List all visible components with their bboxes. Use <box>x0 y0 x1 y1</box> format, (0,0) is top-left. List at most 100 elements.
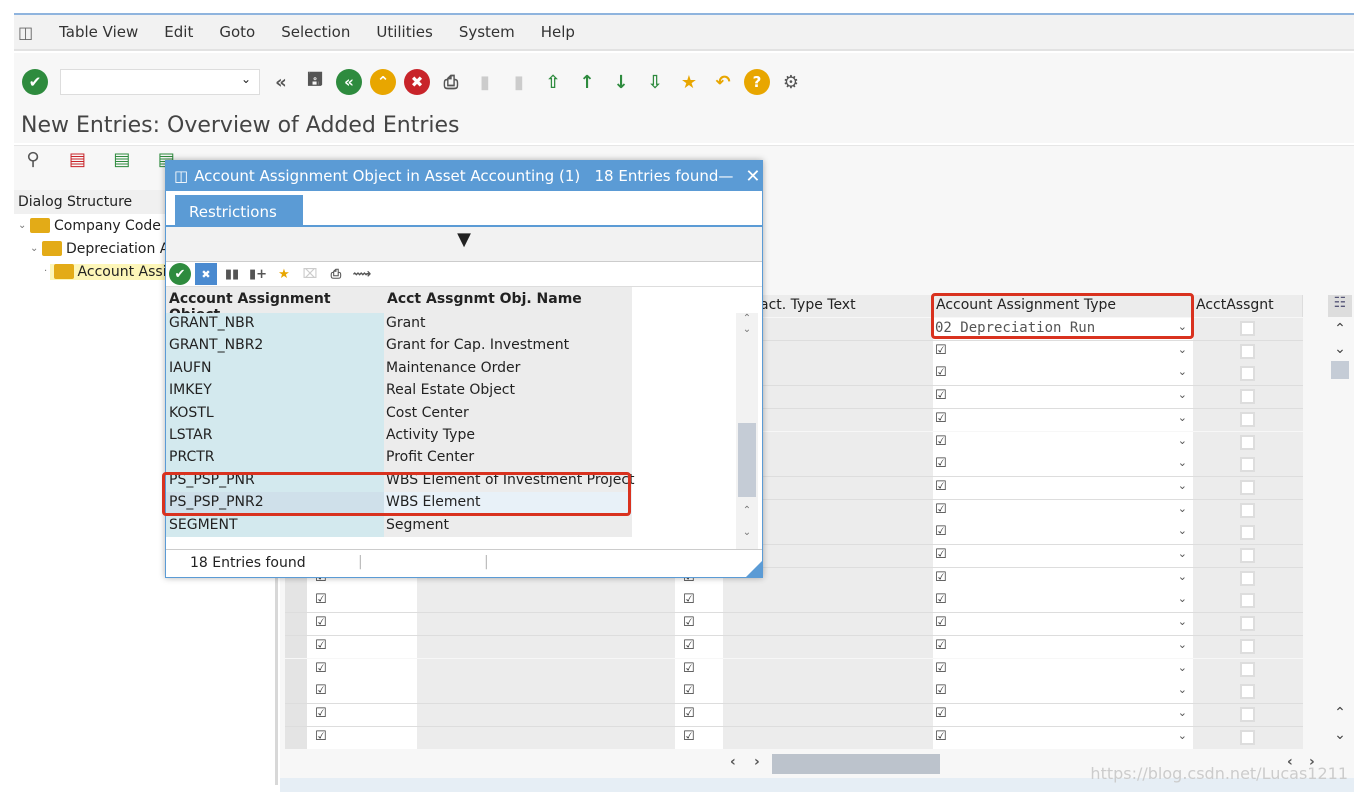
account-assignment-type-dropdown[interactable]: ☑ ⌄ <box>933 340 1193 363</box>
checkbox-cell[interactable]: ☑ <box>675 681 723 704</box>
chevron-down-icon[interactable]: ⌄ <box>1178 502 1187 515</box>
back-icon[interactable]: « <box>336 69 362 95</box>
checked-checkbox-icon[interactable]: ☑ <box>683 706 695 721</box>
acctassgnt-checkbox[interactable] <box>1240 434 1255 450</box>
list-item[interactable]: IAUFN Maintenance Order <box>166 357 632 381</box>
acctassgnt-checkbox[interactable] <box>1240 661 1255 677</box>
acctassgnt-checkbox[interactable] <box>1240 729 1255 745</box>
row-selector[interactable] <box>285 613 307 636</box>
chevron-down-icon[interactable]: ⌄ <box>241 72 251 86</box>
acctassgnt-checkbox[interactable] <box>1240 457 1255 473</box>
checkbox-cell[interactable]: ☑ <box>675 726 723 749</box>
checkbox-cell[interactable]: ☑ <box>307 658 417 681</box>
scroll-down-icon[interactable]: ⌄ <box>1328 341 1352 357</box>
checkbox-cell[interactable]: ☑ <box>307 726 417 749</box>
chevron-down-icon[interactable]: ⌄ <box>1178 570 1187 583</box>
menu-table-view[interactable]: Table View <box>59 23 138 41</box>
chevron-down-icon[interactable]: ⌄ <box>1178 411 1187 424</box>
checked-checkbox-icon[interactable]: ☑ <box>683 615 695 630</box>
checkbox-cell[interactable]: ☑ <box>675 658 723 681</box>
account-assignment-type-dropdown[interactable]: ☑ ⌄ <box>933 499 1193 522</box>
row-selector[interactable] <box>285 590 307 613</box>
menu-icon[interactable]: ◫ <box>18 23 33 42</box>
list-item[interactable]: KOSTL Cost Center <box>166 402 632 425</box>
checked-checkbox-icon[interactable]: ☑ <box>315 661 327 676</box>
enter-check-icon[interactable]: ✔ <box>22 69 48 95</box>
add-favorite-icon[interactable]: ★ <box>273 263 295 285</box>
select-all-icon[interactable]: ▤ <box>109 146 135 172</box>
cancel-icon[interactable]: ✖ <box>404 69 430 95</box>
account-assignment-type-dropdown[interactable]: ☑ ⌄ <box>933 408 1193 431</box>
vertical-scrollbar[interactable]: ☷ ⌃ ⌄ ⌃ ⌄ <box>1328 295 1352 755</box>
acctassgnt-checkbox[interactable] <box>1240 525 1255 541</box>
chevron-down-icon[interactable]: ⌄ <box>1178 524 1187 537</box>
checkbox-cell[interactable]: ☑ <box>675 635 723 658</box>
acctassgnt-checkbox[interactable] <box>1240 684 1255 700</box>
account-assignment-type-dropdown[interactable]: ☑ ⌄ <box>933 476 1193 499</box>
menu-help[interactable]: Help <box>541 23 575 41</box>
chevron-down-icon[interactable]: ⌄ <box>1178 434 1187 447</box>
scroll-thumb[interactable] <box>738 423 756 497</box>
checked-checkbox-icon[interactable]: ☑ <box>683 683 695 698</box>
checked-checkbox-icon[interactable]: ☑ <box>315 729 327 744</box>
list-item[interactable]: IMKEY Real Estate Object <box>166 380 632 403</box>
acctassgnt-checkbox[interactable] <box>1240 321 1255 336</box>
checked-checkbox-icon[interactable]: ☑ <box>683 661 695 676</box>
checked-checkbox-icon[interactable]: ☑ <box>683 729 695 744</box>
account-assignment-type-dropdown[interactable]: ☑ ⌄ <box>933 590 1193 613</box>
checkbox-cell[interactable]: ☑ <box>675 613 723 636</box>
checkbox-cell[interactable]: ☑ <box>307 613 417 636</box>
chevron-down-icon[interactable]: ⌄ <box>1178 388 1187 401</box>
row-selector[interactable] <box>285 703 307 726</box>
column-header-acctassgnt[interactable]: AcctAssgnt <box>1193 295 1303 317</box>
checkbox-cell[interactable]: ☑ <box>307 681 417 704</box>
scroll-down-icon[interactable]: ⌄ <box>1328 727 1352 743</box>
menu-utilities[interactable]: Utilities <box>376 23 432 41</box>
account-assignment-type-dropdown[interactable]: ☑ ⌄ <box>933 681 1193 704</box>
chevron-down-icon[interactable]: ⌄ <box>1178 615 1187 628</box>
print-icon[interactable]: ⎙ <box>438 69 464 95</box>
column-header-name[interactable]: Acct Assgnmt Obj. Name <box>384 287 632 313</box>
close-icon[interactable]: ✕ <box>745 166 760 187</box>
scroll-thumb[interactable] <box>772 754 940 774</box>
chevron-down-icon[interactable]: ⌄ <box>1178 683 1187 696</box>
account-assignment-type-dropdown[interactable]: ☑ ⌄ <box>933 567 1193 590</box>
chevron-down-icon[interactable]: ⌄ <box>1178 343 1187 356</box>
column-settings-icon[interactable]: ☷ <box>1328 295 1352 317</box>
find-icon[interactable]: ▮▮ <box>221 263 243 285</box>
confirm-icon[interactable]: ✔ <box>169 263 191 285</box>
menu-goto[interactable]: Goto <box>219 23 255 41</box>
scroll-right-icon[interactable]: › <box>754 754 760 770</box>
chevron-down-icon[interactable]: ⌄ <box>1178 706 1187 719</box>
print-icon[interactable]: ⎙ <box>325 263 347 285</box>
chevron-down-icon[interactable]: ⌄ <box>1178 547 1187 560</box>
checkbox-cell[interactable]: ☑ <box>307 635 417 658</box>
menu-edit[interactable]: Edit <box>164 23 193 41</box>
checked-checkbox-icon[interactable]: ☑ <box>315 683 327 698</box>
new-session-icon[interactable]: ↶ <box>710 69 736 95</box>
acctassgnt-checkbox[interactable] <box>1240 593 1255 609</box>
scroll-down-icon[interactable]: ⌄ <box>736 324 758 335</box>
acctassgnt-checkbox[interactable] <box>1240 343 1255 359</box>
find-next-icon[interactable]: ▮+ <box>247 263 269 285</box>
list-item[interactable]: LSTAR Activity Type <box>166 425 632 448</box>
chevron-down-icon[interactable]: ⌄ <box>1178 638 1187 651</box>
list-item[interactable]: PRCTR Profit Center <box>166 447 632 470</box>
tab-restrictions[interactable]: Restrictions <box>175 195 303 227</box>
gear-icon[interactable]: ⚙ <box>778 69 804 95</box>
scroll-up-icon[interactable]: ⌃ <box>736 313 758 324</box>
scroll-left-icon[interactable]: ‹ <box>730 754 736 770</box>
checked-checkbox-icon[interactable]: ☑ <box>315 638 327 653</box>
acctassgnt-checkbox[interactable] <box>1240 570 1255 586</box>
checkbox-cell[interactable]: ☑ <box>675 703 723 726</box>
account-assignment-type-dropdown[interactable]: ☑ ⌄ <box>933 703 1193 726</box>
exit-icon[interactable]: ⌃ <box>370 69 396 95</box>
scroll-up-icon[interactable]: ⌃ <box>1328 321 1352 337</box>
collapse-icon[interactable]: « <box>268 69 294 95</box>
list-item[interactable]: GRANT_NBR Grant <box>166 313 632 336</box>
acctassgnt-checkbox[interactable] <box>1240 706 1255 722</box>
account-assignment-type-dropdown[interactable]: ☑ ⌄ <box>933 613 1193 636</box>
row-selector[interactable] <box>285 635 307 658</box>
save-icon[interactable]: 🖪 <box>302 69 328 95</box>
checkbox-cell[interactable]: ☑ <box>307 703 417 726</box>
